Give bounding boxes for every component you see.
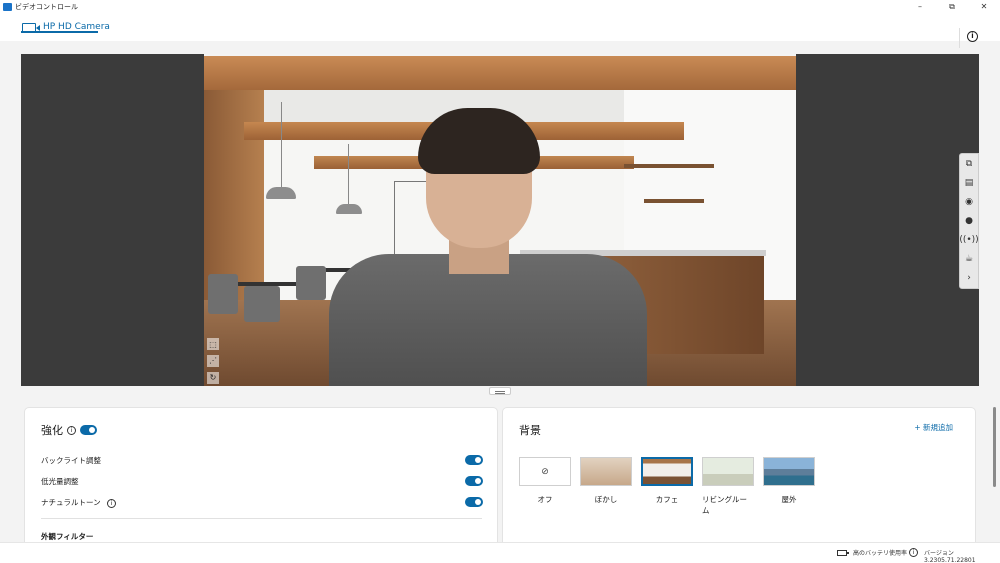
lamp-shade	[336, 204, 362, 214]
scrollbar[interactable]	[993, 407, 996, 487]
add-new-button[interactable]: + 新規追加	[914, 422, 953, 433]
virtual-background-scene	[204, 54, 796, 386]
side-toolbar: ⧉ ▤ ◉ ● ((•)) ☕ ›	[959, 153, 979, 289]
chevron-right-icon[interactable]: ›	[967, 273, 971, 283]
battery-icon	[837, 550, 849, 556]
scene-shelf	[624, 164, 714, 168]
maximize-button[interactable]: ⧉	[936, 0, 968, 13]
low-light-toggle[interactable]	[465, 476, 483, 486]
info-icon[interactable]: i	[967, 31, 978, 42]
backlight-label: バックライト調整	[41, 455, 101, 465]
background-thumbnail	[763, 457, 815, 486]
background-thumbnail	[702, 457, 754, 486]
minimize-button[interactable]: –	[904, 0, 936, 13]
info-icon[interactable]: i	[67, 425, 76, 435]
coffee-icon[interactable]: ☕	[965, 254, 973, 264]
video-preview: ⬚ ⋰ ↻	[21, 54, 979, 386]
version-text: バージョン 3.2305.71.22801	[924, 550, 976, 563]
window-title: ビデオコントロール	[15, 2, 78, 11]
background-option-label: 屋外	[781, 495, 797, 504]
scene-beam	[204, 56, 796, 90]
natural-tone-label: ナチュラルトーン	[41, 497, 101, 507]
enhance-toggle[interactable]	[80, 425, 97, 435]
background-options: ⊘ オフ ぼかし カフェ リビングルーム 屋外	[519, 457, 824, 516]
background-thumbnail	[641, 457, 693, 486]
background-option-cafe[interactable]: カフェ	[641, 457, 693, 516]
enhance-header: 強化 i	[41, 422, 97, 438]
setting-row: バックライト調整	[41, 453, 483, 467]
tab-camera[interactable]: HP HD Camera	[21, 17, 111, 37]
background-option-blur[interactable]: ぼかし	[580, 457, 632, 516]
info-icon[interactable]: i	[107, 498, 117, 508]
tab-underline	[21, 31, 98, 33]
natural-tone-group: ナチュラルトーン i	[41, 497, 117, 508]
background-option-label: オフ	[537, 495, 553, 504]
resize-handle[interactable]	[489, 387, 511, 395]
low-light-label: 低光量調整	[41, 476, 79, 486]
lamp-shade	[266, 187, 296, 199]
popout-icon[interactable]: ⧉	[966, 159, 972, 169]
title-bar: ビデオコントロール – ⧉ ✕	[0, 0, 1000, 13]
no-background-icon: ⊘	[519, 457, 571, 486]
lamp-cord	[281, 102, 282, 187]
broadcast-icon[interactable]: ((•))	[959, 235, 978, 245]
info-icon[interactable]: i	[909, 548, 918, 557]
background-title: 背景	[519, 424, 541, 437]
crop-icon[interactable]: ⬚	[207, 338, 219, 351]
appearance-filter-label: 外観フィルター	[41, 532, 94, 541]
enhance-panel: 強化 i バックライト調整 低光量調整 ナチュラルトーン i 外観フィルター	[24, 407, 498, 547]
setting-row: ナチュラルトーン i	[41, 495, 483, 509]
divider	[41, 518, 482, 519]
window-controls: – ⧉ ✕	[904, 0, 1000, 13]
header: HP HD Camera i	[0, 13, 1000, 48]
framing-icon[interactable]: ⋰	[207, 354, 219, 367]
enhance-title: 強化	[41, 424, 63, 437]
add-new-label: 新規追加	[923, 423, 953, 432]
plus-icon: +	[914, 423, 921, 432]
background-option-label: リビングルーム	[702, 495, 747, 515]
document-camera-icon[interactable]: ▤	[965, 178, 974, 188]
background-panel: 背景 + 新規追加 ⊘ オフ ぼかし カフェ リビングルーム 屋外	[502, 407, 976, 547]
status-bar: 高のバッテリ使用率 i バージョン 3.2305.71.22801	[0, 542, 1000, 563]
background-option-outdoor[interactable]: 屋外	[763, 457, 815, 516]
person-hair	[418, 108, 540, 174]
battery-usage-text: 高のバッテリ使用率	[853, 550, 908, 557]
setting-row: 低光量調整	[41, 474, 483, 488]
rotate-icon[interactable]: ↻	[207, 371, 219, 384]
background-option-label: カフェ	[655, 495, 679, 504]
natural-tone-toggle[interactable]	[465, 497, 483, 507]
backlight-toggle[interactable]	[465, 455, 483, 465]
close-button[interactable]: ✕	[968, 0, 1000, 13]
header-separator	[959, 28, 960, 48]
background-option-label: ぼかし	[594, 495, 618, 504]
scene-chair	[296, 266, 326, 300]
camera-capture-icon[interactable]: ◉	[965, 197, 973, 207]
app-icon	[3, 2, 12, 11]
video-left-toolbar: ⬚ ⋰ ↻	[204, 336, 222, 386]
lamp-cord	[348, 144, 349, 204]
background-option-off[interactable]: ⊘ オフ	[519, 457, 571, 516]
scene-chair	[208, 274, 238, 314]
scene-shelf	[644, 199, 704, 203]
scene-chair	[244, 286, 280, 322]
background-option-living-room[interactable]: リビングルーム	[702, 457, 754, 516]
record-icon[interactable]: ●	[965, 216, 973, 226]
background-thumbnail	[580, 457, 632, 486]
